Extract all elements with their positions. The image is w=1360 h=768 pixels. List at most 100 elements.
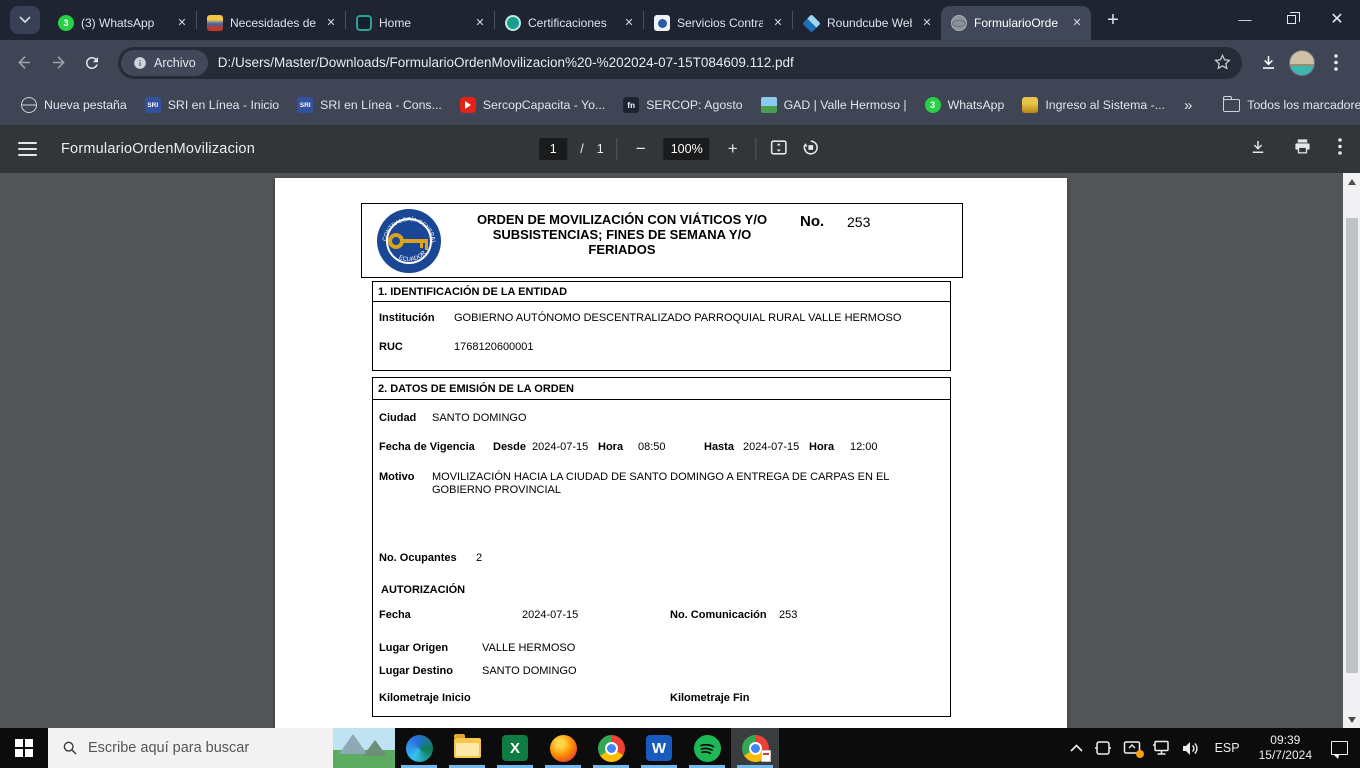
bookmark-gad-valle-hermoso[interactable]: GAD | Valle Hermoso |: [752, 92, 916, 118]
taskbar-firefox[interactable]: [539, 728, 587, 768]
tab-close-icon[interactable]: ✕: [323, 15, 339, 31]
print-icon: [1295, 139, 1310, 154]
tab-search-button[interactable]: [10, 6, 40, 34]
page-total: 1: [596, 142, 604, 156]
action-center-button[interactable]: [1331, 741, 1348, 759]
bookmark-sercopcapacita[interactable]: SercopCapacita - Yo...: [451, 92, 614, 118]
bookmark-ingreso-sistema[interactable]: Ingreso al Sistema -...: [1013, 92, 1174, 118]
rotate-button[interactable]: [802, 138, 821, 160]
bookmarks-overflow-button[interactable]: »: [1174, 97, 1202, 114]
zoom-in-button[interactable]: +: [723, 139, 743, 159]
tab-label: (3) WhatsApp: [81, 16, 155, 30]
pdf-title: FormularioOrdenMovilizacion: [61, 141, 255, 157]
bookmark-label: GAD | Valle Hermoso |: [783, 98, 907, 112]
url-text[interactable]: D:/Users/Master/Downloads/FormularioOrde…: [218, 55, 1213, 70]
youtube-icon: [459, 97, 476, 113]
taskbar-spotify[interactable]: [683, 728, 731, 768]
globe-icon: [21, 97, 37, 113]
taskbar-word[interactable]: W: [635, 728, 683, 768]
bookmark-sri-consultas[interactable]: SRI SRI en Línea - Cons...: [288, 92, 451, 118]
pdf-print-button[interactable]: [1293, 137, 1312, 161]
home-favicon: [356, 15, 372, 31]
tab-formulario-active[interactable]: FormularioOrde ✕: [941, 6, 1091, 40]
browser-menu-button[interactable]: [1322, 49, 1350, 77]
close-button[interactable]: ✕: [1314, 0, 1360, 38]
cast-icon: [1094, 741, 1111, 755]
scroll-down-button[interactable]: [1343, 711, 1360, 728]
origen-value: VALLE HERMOSO: [482, 642, 576, 654]
tab-close-icon[interactable]: ✕: [621, 15, 637, 31]
back-icon: [17, 56, 30, 69]
ciudad-label: Ciudad: [379, 412, 417, 424]
tray-cast-icon[interactable]: [1094, 740, 1112, 756]
browser-toolbar: Archivo D:/Users/Master/Downloads/Formul…: [0, 40, 1360, 85]
clock[interactable]: 09:39 15/7/2024: [1255, 733, 1316, 763]
taskbar-excel[interactable]: X: [491, 728, 539, 768]
scrollbar[interactable]: [1343, 173, 1360, 728]
tab-close-icon[interactable]: ✕: [1069, 15, 1085, 31]
bookmark-star-icon[interactable]: [1213, 53, 1232, 72]
taskbar-search[interactable]: [48, 728, 395, 768]
hidden-icons-chevron[interactable]: [1070, 744, 1083, 752]
avatar: [1289, 49, 1315, 76]
taskbar-edge[interactable]: [395, 728, 443, 768]
pdf-toolbar: FormularioOrdenMovilizacion / 1 − +: [0, 125, 1360, 173]
tab-servicios[interactable]: Servicios Contra ✕: [644, 6, 792, 40]
tray-screenshare-icon[interactable]: [1123, 740, 1144, 758]
scrollbar-thumb[interactable]: [1346, 218, 1358, 673]
comunicacion-value: 253: [779, 609, 798, 621]
page-number-input[interactable]: [539, 138, 568, 160]
restore-button[interactable]: [1268, 0, 1314, 38]
pdf-content-area[interactable]: CONTRALORÍA GENERAL DEL ESTADO ECUADOR O…: [0, 173, 1360, 728]
pdf-menu-button[interactable]: [18, 142, 37, 156]
taskbar-chrome-pdf-active[interactable]: [731, 728, 779, 768]
bookmark-whatsapp[interactable]: 3 WhatsApp: [916, 92, 1014, 118]
pdf-download-button[interactable]: [1249, 138, 1267, 161]
fit-page-button[interactable]: [770, 138, 789, 160]
toolbar-divider: [616, 138, 618, 160]
back-button[interactable]: [10, 49, 38, 77]
reload-icon: [85, 56, 98, 69]
system-tray: ESP 09:39 15/7/2024: [1070, 728, 1360, 768]
hora2-value: 12:00: [850, 441, 878, 453]
tray-volume-icon[interactable]: [1182, 741, 1200, 756]
zoom-out-button[interactable]: −: [631, 139, 651, 159]
zoom-level-input[interactable]: [663, 138, 710, 160]
new-tab-button[interactable]: +: [1099, 6, 1127, 34]
screen: 3 (3) WhatsApp ✕ Necesidades de ✕ Home ✕…: [0, 0, 1360, 768]
reload-button[interactable]: [78, 49, 106, 77]
taskbar-file-explorer[interactable]: [443, 728, 491, 768]
address-bar[interactable]: Archivo D:/Users/Master/Downloads/Formul…: [118, 46, 1242, 79]
download-icon: [1252, 140, 1264, 153]
scroll-up-button[interactable]: [1343, 173, 1360, 190]
language-indicator[interactable]: ESP: [1211, 741, 1244, 755]
forward-button[interactable]: [44, 49, 72, 77]
folder-icon: [1223, 95, 1241, 112]
downloads-button[interactable]: [1254, 49, 1282, 77]
tab-close-icon[interactable]: ✕: [472, 15, 488, 31]
tray-network-icon[interactable]: [1152, 740, 1171, 756]
tab-roundcube[interactable]: Roundcube Web ✕: [793, 6, 941, 40]
bookmark-nueva-pestana[interactable]: Nueva pestaña: [12, 92, 136, 118]
tab-home[interactable]: Home ✕: [346, 6, 494, 40]
tab-label: Certificaciones: [528, 16, 607, 30]
hasta-label: Hasta: [704, 441, 734, 453]
bookmark-sercop-agosto[interactable]: fn SERCOP: Agosto: [614, 92, 751, 118]
minimize-button[interactable]: —: [1222, 0, 1268, 38]
start-button[interactable]: [0, 728, 48, 768]
search-highlight-image[interactable]: [333, 728, 395, 768]
tab-close-icon[interactable]: ✕: [174, 15, 190, 31]
taskbar-search-input[interactable]: [88, 740, 288, 756]
profile-avatar[interactable]: [1288, 49, 1316, 77]
tab-certificaciones[interactable]: Certificaciones ✕: [495, 6, 643, 40]
tab-close-icon[interactable]: ✕: [770, 15, 786, 31]
tab-necesidades[interactable]: Necesidades de ✕: [197, 6, 345, 40]
file-scheme-chip[interactable]: Archivo: [121, 49, 208, 76]
bookmark-sri-inicio[interactable]: SRI SRI en Línea - Inicio: [136, 92, 288, 118]
all-bookmarks-button[interactable]: Todos los marcadores: [1214, 93, 1360, 117]
pdf-more-button[interactable]: [1338, 138, 1342, 160]
forward-icon: [52, 56, 65, 69]
tab-close-icon[interactable]: ✕: [919, 15, 935, 31]
taskbar-chrome[interactable]: [587, 728, 635, 768]
tab-whatsapp[interactable]: 3 (3) WhatsApp ✕: [48, 6, 196, 40]
